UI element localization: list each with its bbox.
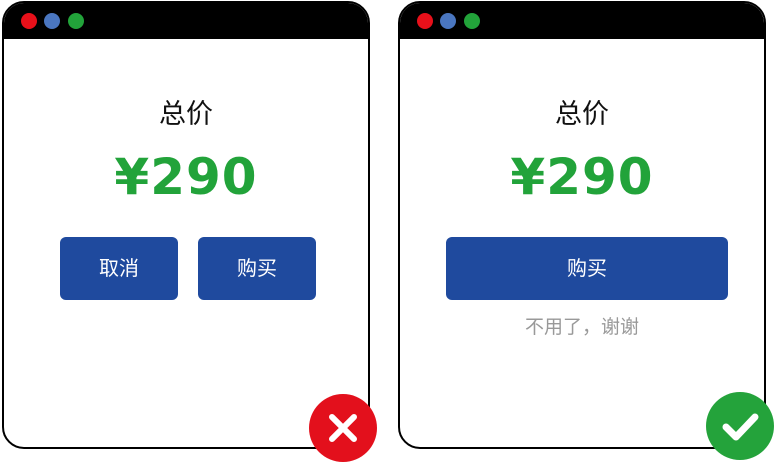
minimize-dot-icon[interactable] <box>440 13 456 29</box>
x-icon <box>309 394 377 462</box>
maximize-dot-icon[interactable] <box>68 13 84 29</box>
maximize-dot-icon[interactable] <box>464 13 480 29</box>
price-value: ¥290 <box>114 148 258 206</box>
total-price-label: 总价 <box>159 99 213 130</box>
decline-link[interactable]: 不用了，谢谢 <box>400 313 764 341</box>
close-dot-icon[interactable] <box>417 13 433 29</box>
buy-button[interactable]: 购买 <box>198 237 316 300</box>
close-dot-icon[interactable] <box>21 13 37 29</box>
minimize-dot-icon[interactable] <box>44 13 60 29</box>
checkmark-icon <box>706 392 774 460</box>
good-example-window: 总价 ¥290 购买 不用了，谢谢 <box>398 1 766 449</box>
total-price-label: 总价 <box>555 99 609 130</box>
price-value: ¥290 <box>510 148 654 206</box>
bad-example-window: 总价 ¥290 取消 购买 <box>2 1 370 449</box>
buy-button[interactable]: 购买 <box>446 237 728 300</box>
cancel-button[interactable]: 取消 <box>60 237 178 300</box>
window-titlebar <box>400 3 764 39</box>
window-titlebar <box>4 3 368 39</box>
